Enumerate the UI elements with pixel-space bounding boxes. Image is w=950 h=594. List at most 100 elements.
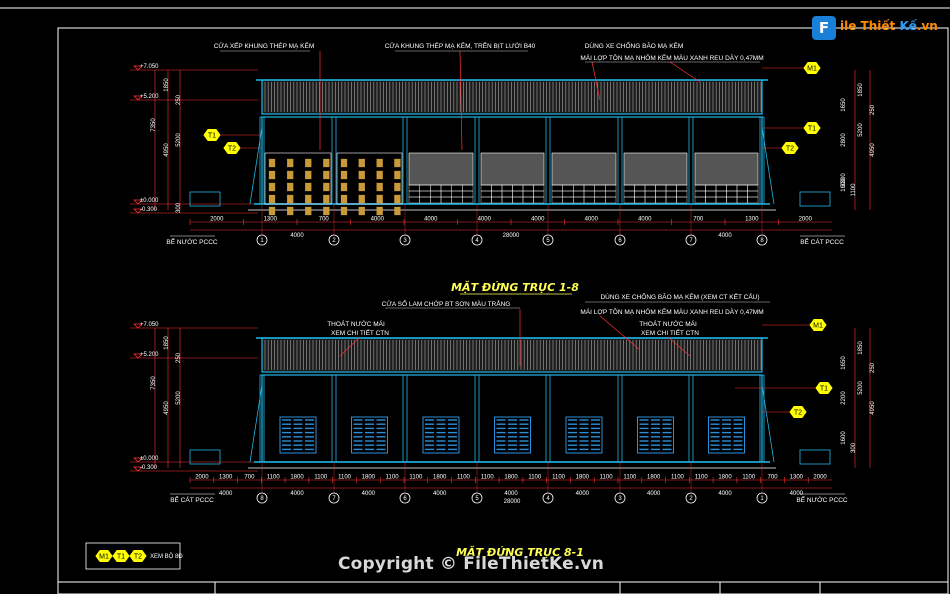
folding-door-panel — [268, 158, 276, 168]
vertical-dim-label: 2200 — [841, 391, 847, 405]
door-grid-cell — [512, 184, 524, 192]
legend-box: M1 T1 T2 XEM BỘ 8Đ — [85, 542, 183, 570]
mesh-panel — [408, 152, 474, 186]
dimension-label-row2: 4000 — [576, 491, 590, 497]
door-grid-cell — [512, 196, 524, 204]
door-grid-cell — [605, 196, 617, 204]
vertical-dim-label-right: 5200 — [858, 123, 864, 137]
door-grid-cell — [736, 190, 748, 198]
axis-bubble-label: 3 — [403, 238, 407, 244]
door-grid-cell — [594, 190, 606, 198]
door-grid-cell — [605, 184, 617, 192]
door-grid-cell — [594, 184, 606, 192]
dimension-label-row1: 1100 — [314, 475, 328, 481]
door-grid-cell — [522, 184, 534, 192]
vertical-dim-label: 300 — [851, 442, 857, 453]
door-grid-cell — [491, 190, 503, 198]
door-grid-cell — [430, 190, 442, 198]
folding-door-panel — [323, 158, 330, 168]
vertical-dim-label: 1600 — [841, 431, 847, 445]
logo-text-b: Kế — [895, 19, 917, 33]
folding-door-panel — [340, 194, 348, 204]
door-grid-cell — [551, 184, 563, 192]
louver-window — [279, 416, 317, 454]
door-grid-cell — [747, 190, 759, 198]
dimension-label-row1: 700 — [768, 475, 779, 481]
column — [474, 374, 480, 463]
dimension-label-row1: 1800 — [433, 475, 447, 481]
column — [331, 116, 337, 205]
door-grid-cell — [573, 196, 585, 204]
door-grid-cell — [522, 196, 534, 204]
vertical-dim-label: 7350 — [151, 376, 157, 390]
elevation-top: +7.050 +5.200 ±0.000 -0.300 1850 250 5200 4950 7… — [130, 40, 876, 295]
axis-bubble-label: 2 — [332, 238, 336, 244]
door-grid-cell — [512, 190, 524, 198]
column — [617, 116, 623, 205]
vertical-dim-label: 250 — [176, 352, 182, 363]
door-grid-cell — [623, 190, 635, 198]
door-grid-cell — [583, 196, 595, 204]
dimension-label-row1: 1100 — [671, 475, 685, 481]
tag-t1-label: T1 — [820, 386, 828, 393]
vertical-dim-label: 300 — [176, 202, 182, 213]
door-grid-cell — [480, 190, 492, 198]
door-grid-cell — [430, 184, 442, 192]
vertical-dim-label: 1650 — [841, 356, 847, 370]
dimension-label-row1: 1800 — [290, 475, 304, 481]
door-grid-cell — [705, 196, 717, 204]
folding-door-panel — [358, 194, 365, 204]
dimension-label-row1: 1100 — [267, 475, 281, 481]
axis-bubble: 8 — [256, 492, 268, 504]
door-grid-cell — [583, 184, 595, 192]
folding-door-panel — [376, 194, 383, 204]
door-grid-cell — [634, 196, 646, 204]
door-grid-cell — [408, 190, 420, 198]
elevation-bottom: +7.050 +5.200 ±0.000 -0.300 1850 250 5200 4950 7… — [130, 291, 876, 559]
level-mark: ±0.000 — [130, 198, 258, 205]
vertical-dim-label: 7350 — [151, 118, 157, 132]
axis-bubble-label: 7 — [689, 238, 693, 244]
dimension-label-row1: 1100 — [742, 475, 756, 481]
vertical-dim-label-right: 1850 — [858, 83, 864, 97]
level-mark: +5.200 — [130, 94, 258, 101]
folding-door-panel — [358, 182, 365, 192]
door-grid-cell — [644, 190, 656, 198]
folding-door-panel — [268, 206, 276, 216]
dimension-label-row1: 4000 — [371, 217, 385, 223]
door-grid-cell — [440, 184, 452, 192]
door-grid-cell — [501, 196, 513, 204]
level-mark-label: +7.050 — [140, 322, 159, 328]
dimension-label-row2: 28000 — [503, 233, 520, 239]
vertical-dim-label-right: 250 — [870, 104, 876, 115]
note-roof: MÁI LỢP TÔN MẠ NHÔM KẼM MÀU XANH REU DÀY… — [580, 53, 763, 62]
axis-bubble: 4 — [471, 234, 483, 246]
column — [545, 374, 551, 463]
folding-door-panel — [268, 170, 276, 180]
level-mark: +7.050 — [130, 322, 258, 329]
note-roof: MÁI LỢP TÔN MẠ NHÔM KẼM MÀU XANH REU DÀY… — [580, 307, 763, 316]
axis-bubble: 7 — [685, 234, 697, 246]
axis-bubble: 4 — [542, 492, 554, 504]
note-folding-door: CỬA XẾP KHUNG THÉP MẠ KẼM — [214, 40, 315, 50]
folding-door-panel — [286, 194, 294, 204]
tank-label: BỂ CÁT PCCC — [170, 495, 214, 504]
dimension-label-row1: 700 — [244, 475, 255, 481]
door-grid-cell — [430, 196, 442, 204]
door-grid-cell — [583, 190, 595, 198]
tank-label: BỂ CÁT PCCC — [800, 237, 844, 246]
folding-door-panel — [340, 158, 348, 168]
louver-window-frame — [565, 416, 603, 454]
axis-bubble-label: 5 — [475, 496, 479, 502]
door-grid-cell — [419, 184, 431, 192]
level-mark: ±0.000 — [130, 456, 258, 463]
dimension-label-row2: 4000 — [362, 491, 376, 497]
mesh-panel — [480, 152, 545, 186]
site-logo[interactable]: F ile Thiết Kế.vn — [812, 14, 938, 42]
axis-bubble: 2 — [685, 492, 697, 504]
folding-door-panel — [394, 182, 401, 192]
folding-door-panel — [323, 182, 330, 192]
dimension-label-row1: 1100 — [457, 475, 471, 481]
door-grid-cell — [655, 184, 667, 192]
dimension-label-row3: 28000 — [504, 499, 521, 505]
